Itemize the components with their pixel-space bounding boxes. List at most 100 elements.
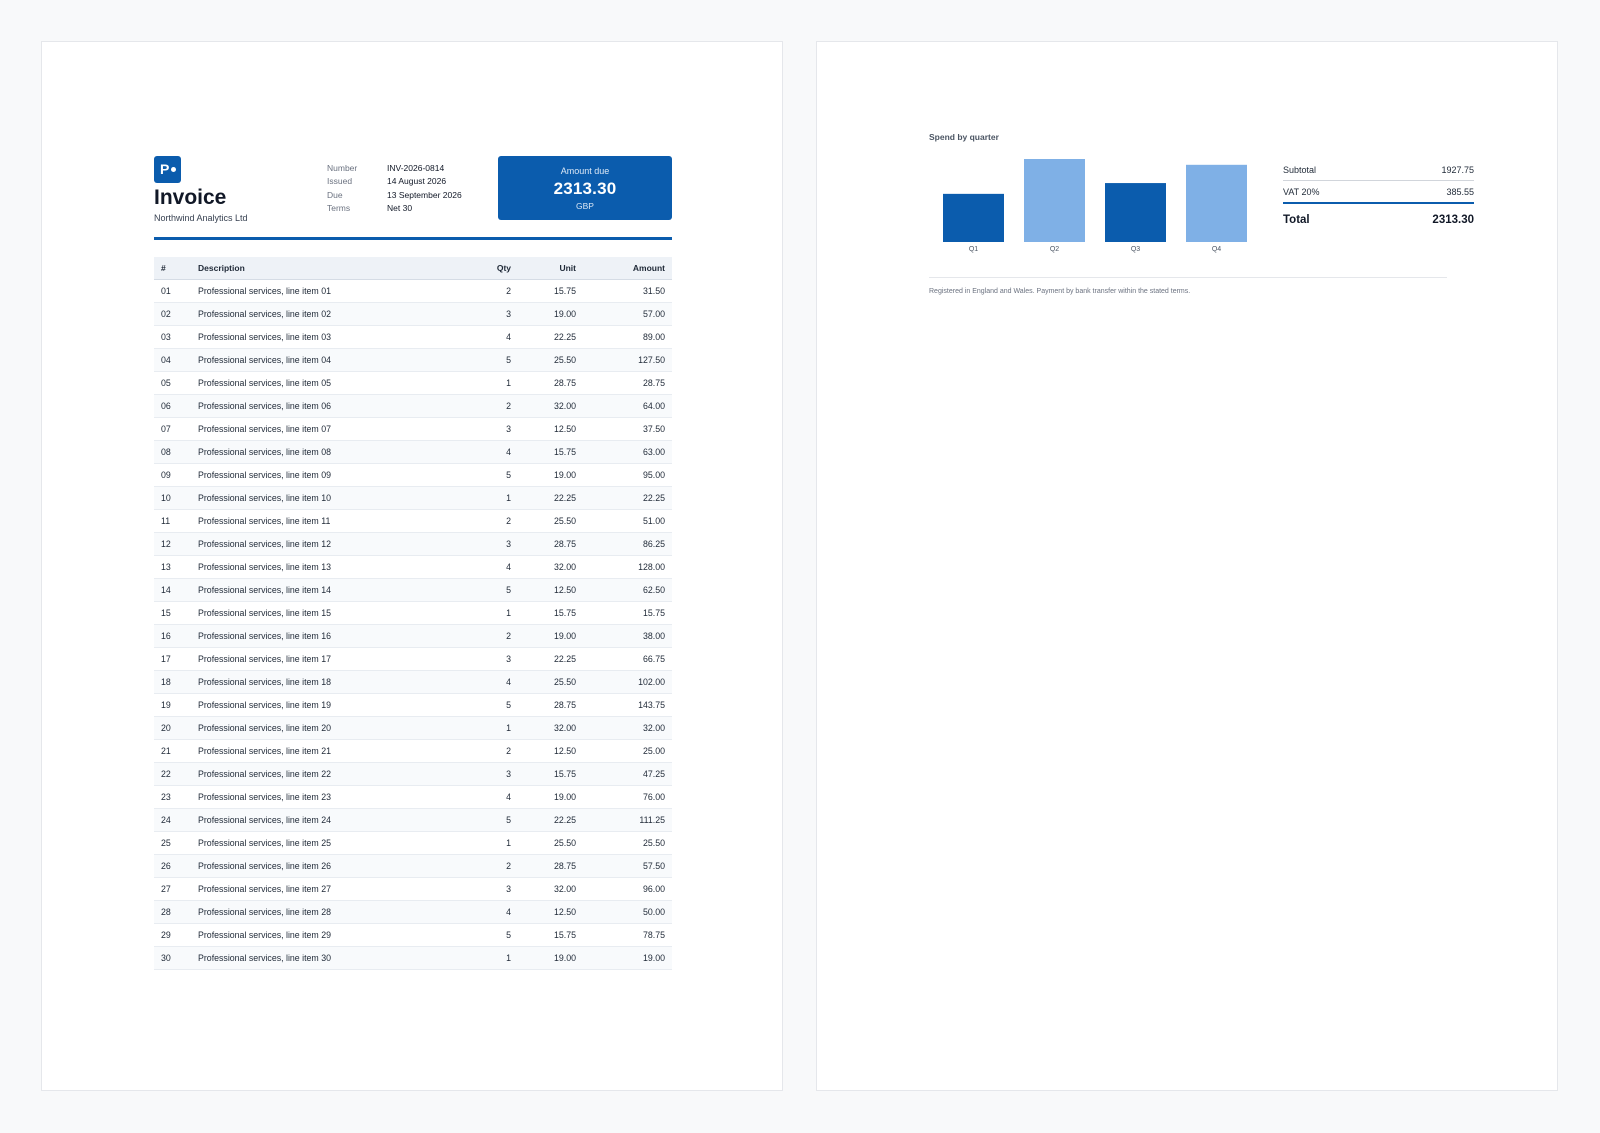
meta-row-number: Number INV-2026-0814 bbox=[327, 163, 462, 176]
row-unit: 25.50 bbox=[553, 677, 576, 687]
row-qty: 5 bbox=[506, 815, 511, 825]
row-num: 03 bbox=[161, 332, 171, 342]
total-row: Total 2313.30 bbox=[1283, 204, 1474, 236]
row-description: Professional services, line item 24 bbox=[198, 815, 331, 825]
subtotal-row: Subtotal 1927.75 bbox=[1283, 159, 1474, 181]
row-amount: 57.50 bbox=[642, 861, 665, 871]
row-amount: 32.00 bbox=[642, 723, 665, 733]
amount-due-label: Amount due bbox=[560, 166, 610, 176]
row-amount: 50.00 bbox=[642, 907, 665, 917]
row-qty: 1 bbox=[506, 378, 511, 388]
table-row: 27 Professional services, line item 27 3 32… bbox=[154, 878, 672, 901]
row-amount: 64.00 bbox=[642, 401, 665, 411]
table-row: 04 Professional services, line item 04 5 25… bbox=[154, 349, 672, 372]
row-num: 20 bbox=[161, 723, 171, 733]
row-qty: 4 bbox=[506, 792, 511, 802]
row-description: Professional services, line item 01 bbox=[198, 286, 331, 296]
row-unit: 12.50 bbox=[553, 585, 576, 595]
col-header-description: Description bbox=[198, 263, 245, 273]
row-qty: 3 bbox=[506, 309, 511, 319]
table-row: 05 Professional services, line item 05 1 28… bbox=[154, 372, 672, 395]
table-header-row: # Description Qty Unit Amount bbox=[154, 257, 672, 280]
row-unit: 12.50 bbox=[553, 424, 576, 434]
row-unit: 22.25 bbox=[553, 654, 576, 664]
row-unit: 25.50 bbox=[553, 838, 576, 848]
totals-block: Subtotal 1927.75 VAT 20% 385.55 Total 23… bbox=[1283, 159, 1474, 236]
table-row: 19 Professional services, line item 19 5 28… bbox=[154, 694, 672, 717]
row-qty: 5 bbox=[506, 930, 511, 940]
row-description: Professional services, line item 23 bbox=[198, 792, 331, 802]
row-num: 15 bbox=[161, 608, 171, 618]
row-qty: 4 bbox=[506, 677, 511, 687]
x-tick-label: Q3 bbox=[1131, 246, 1140, 253]
vat-label: VAT 20% bbox=[1283, 186, 1320, 197]
total-label: Total bbox=[1283, 214, 1310, 226]
row-amount: 102.00 bbox=[638, 677, 665, 687]
table-row: 26 Professional services, line item 26 2 28… bbox=[154, 855, 672, 878]
meta-label: Terms bbox=[327, 202, 351, 213]
row-unit: 15.75 bbox=[553, 447, 576, 457]
chart-title: Spend by quarter bbox=[929, 132, 999, 142]
table-row: 03 Professional services, line item 03 4 22… bbox=[154, 326, 672, 349]
row-amount: 22.25 bbox=[642, 493, 665, 503]
row-unit: 19.00 bbox=[553, 309, 576, 319]
row-amount: 111.25 bbox=[639, 815, 665, 825]
bar-q1 bbox=[943, 193, 1004, 242]
row-num: 17 bbox=[161, 654, 171, 664]
row-description: Professional services, line item 25 bbox=[198, 838, 331, 848]
row-amount: 62.50 bbox=[642, 585, 665, 595]
row-unit: 22.25 bbox=[553, 332, 576, 342]
meta-row-terms: Terms Net 30 bbox=[327, 203, 462, 216]
x-tick-label: Q1 bbox=[969, 246, 978, 253]
row-num: 16 bbox=[161, 631, 171, 641]
header-divider bbox=[154, 237, 672, 240]
table-row: 07 Professional services, line item 07 3 12… bbox=[154, 418, 672, 441]
row-qty: 3 bbox=[506, 884, 511, 894]
table-row: 25 Professional services, line item 25 1 25… bbox=[154, 832, 672, 855]
table-row: 30 Professional services, line item 30 1 19… bbox=[154, 947, 672, 970]
row-num: 11 bbox=[161, 516, 171, 526]
row-unit: 12.50 bbox=[553, 746, 576, 756]
row-num: 10 bbox=[161, 493, 171, 503]
col-header-amount: Amount bbox=[632, 263, 665, 273]
row-qty: 4 bbox=[506, 447, 511, 457]
row-description: Professional services, line item 22 bbox=[198, 769, 331, 779]
row-description: Professional services, line item 15 bbox=[198, 608, 331, 618]
row-num: 23 bbox=[161, 792, 171, 802]
row-description: Professional services, line item 02 bbox=[198, 309, 331, 319]
amount-due-value: 2313.30 bbox=[553, 179, 617, 198]
meta-value: Net 30 bbox=[387, 202, 413, 213]
row-amount: 28.75 bbox=[642, 378, 665, 388]
row-description: Professional services, line item 27 bbox=[198, 884, 331, 894]
bar-q4 bbox=[1186, 164, 1247, 242]
row-qty: 1 bbox=[506, 493, 511, 503]
table-row: 02 Professional services, line item 02 3 19… bbox=[154, 303, 672, 326]
row-description: Professional services, line item 21 bbox=[198, 746, 331, 756]
row-unit: 32.00 bbox=[553, 401, 576, 411]
row-description: Professional services, line item 19 bbox=[198, 700, 331, 710]
row-description: Professional services, line item 30 bbox=[198, 953, 331, 963]
page-title: Invoice bbox=[154, 186, 227, 209]
row-description: Professional services, line item 11 bbox=[198, 516, 331, 526]
vat-row: VAT 20% 385.55 bbox=[1283, 181, 1474, 204]
row-description: Professional services, line item 16 bbox=[198, 631, 331, 641]
row-qty: 1 bbox=[506, 953, 511, 963]
subtotal-label: Subtotal bbox=[1283, 164, 1317, 175]
row-num: 09 bbox=[161, 470, 171, 480]
amount-due-box: Amount due 2313.30 GBP bbox=[498, 156, 672, 220]
meta-row-due: Due 13 September 2026 bbox=[327, 190, 462, 203]
row-unit: 28.75 bbox=[553, 539, 576, 549]
row-amount: 96.00 bbox=[642, 884, 665, 894]
company-logo-icon: P bbox=[154, 156, 181, 183]
row-num: 24 bbox=[161, 815, 171, 825]
row-qty: 2 bbox=[506, 746, 511, 756]
row-num: 22 bbox=[161, 769, 171, 779]
table-row: 08 Professional services, line item 08 4 15… bbox=[154, 441, 672, 464]
total-value: 2313.30 bbox=[1432, 214, 1474, 226]
row-amount: 128.00 bbox=[638, 562, 665, 572]
row-qty: 1 bbox=[506, 838, 511, 848]
row-amount: 19.00 bbox=[642, 953, 665, 963]
row-description: Professional services, line item 06 bbox=[198, 401, 331, 411]
row-description: Professional services, line item 17 bbox=[198, 654, 331, 664]
row-unit: 15.75 bbox=[553, 286, 576, 296]
